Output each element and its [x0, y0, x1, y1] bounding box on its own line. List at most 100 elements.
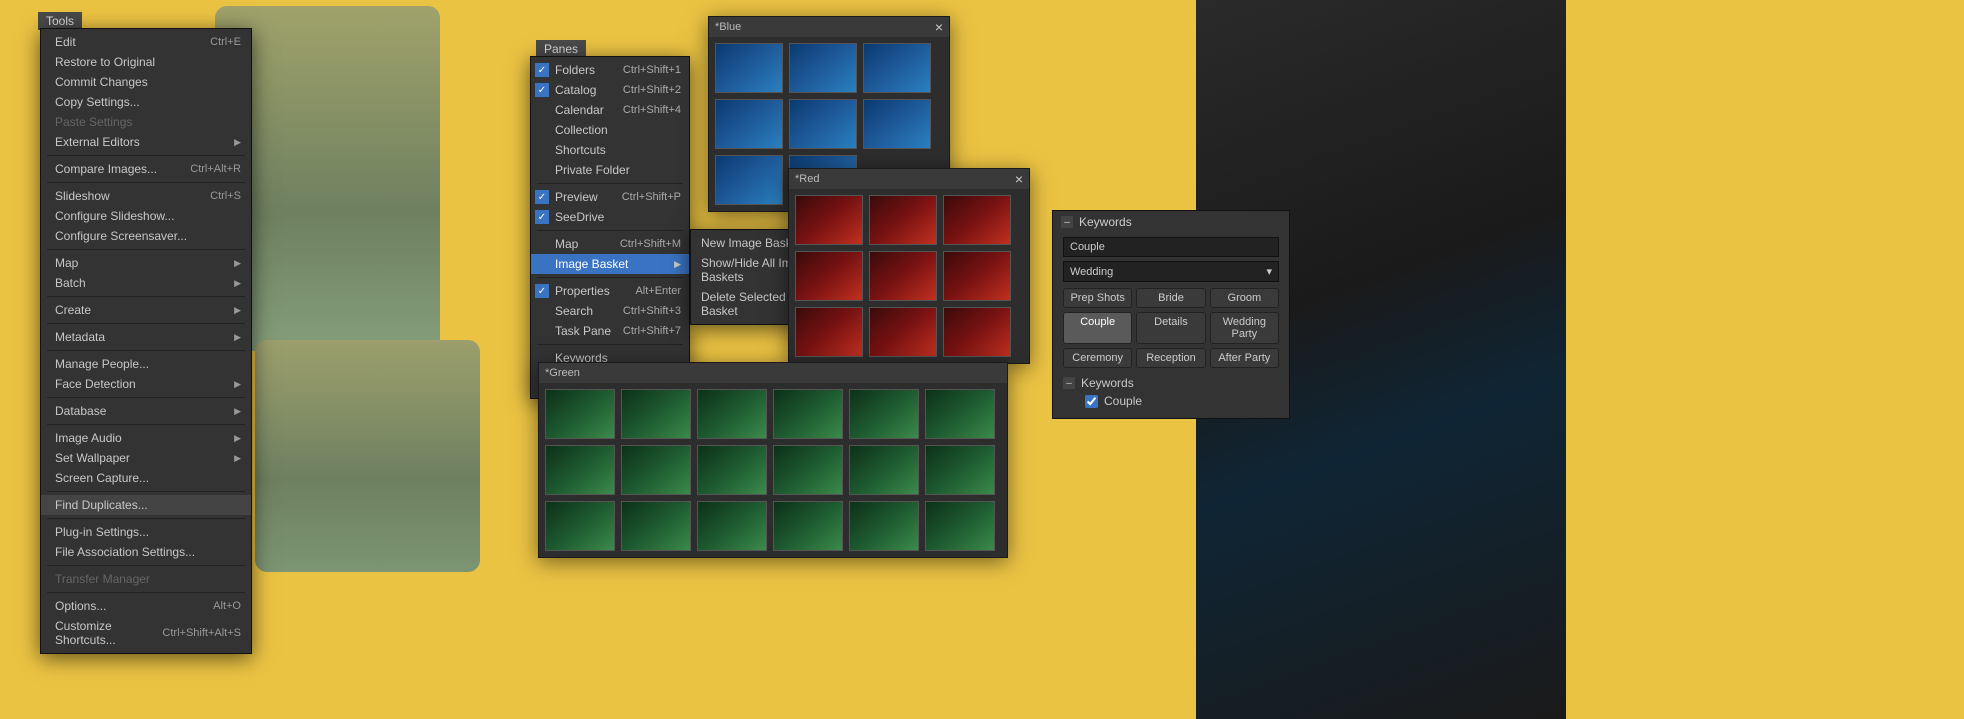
- menu-item[interactable]: Configure Screensaver...: [41, 226, 251, 246]
- collapse-icon[interactable]: –: [1061, 216, 1073, 228]
- thumbnail[interactable]: [925, 389, 995, 439]
- menu-item[interactable]: Map▶: [41, 253, 251, 273]
- panes-item-label: Properties: [555, 284, 610, 298]
- thumbnail[interactable]: [795, 251, 863, 301]
- panes-item[interactable]: Private Folder: [531, 160, 689, 180]
- thumbnail[interactable]: [621, 501, 691, 551]
- keyword-tag[interactable]: After Party: [1210, 348, 1279, 368]
- menu-item-label: Options...: [55, 599, 106, 613]
- panes-item[interactable]: ✓PropertiesAlt+Enter: [531, 281, 689, 301]
- thumbnail[interactable]: [925, 445, 995, 495]
- thumbnail[interactable]: [773, 445, 843, 495]
- thumbnail[interactable]: [943, 251, 1011, 301]
- thumbnail[interactable]: [849, 501, 919, 551]
- thumbnail[interactable]: [789, 43, 857, 93]
- keyword-checkbox[interactable]: [1085, 395, 1098, 408]
- panes-item[interactable]: ✓CatalogCtrl+Shift+2: [531, 80, 689, 100]
- panes-item[interactable]: SearchCtrl+Shift+3: [531, 301, 689, 321]
- thumbnail[interactable]: [863, 99, 931, 149]
- menu-item-label: Slideshow: [55, 189, 110, 203]
- thumbnail[interactable]: [697, 445, 767, 495]
- check-icon: [535, 304, 549, 318]
- basket-blue-title[interactable]: *Blue ×: [709, 17, 949, 37]
- thumbnail[interactable]: [869, 251, 937, 301]
- thumbnail[interactable]: [621, 389, 691, 439]
- thumbnail[interactable]: [849, 445, 919, 495]
- menu-shortcut: Ctrl+Shift+Alt+S: [162, 627, 241, 639]
- menu-item[interactable]: EditCtrl+E: [41, 32, 251, 52]
- menu-item[interactable]: SlideshowCtrl+S: [41, 186, 251, 206]
- panes-item[interactable]: ✓SeeDrive: [531, 207, 689, 227]
- menu-item[interactable]: Manage People...: [41, 354, 251, 374]
- panes-item[interactable]: ✓PreviewCtrl+Shift+P: [531, 187, 689, 207]
- panes-item[interactable]: CalendarCtrl+Shift+4: [531, 100, 689, 120]
- thumbnail[interactable]: [697, 501, 767, 551]
- menu-item[interactable]: Set Wallpaper▶: [41, 448, 251, 468]
- thumbnail[interactable]: [545, 501, 615, 551]
- panes-item[interactable]: MapCtrl+Shift+M: [531, 234, 689, 254]
- keyword-tag[interactable]: Details: [1136, 312, 1205, 344]
- thumbnail[interactable]: [943, 195, 1011, 245]
- menu-item[interactable]: Plug-in Settings...: [41, 522, 251, 542]
- panes-item[interactable]: Shortcuts: [531, 140, 689, 160]
- menu-item[interactable]: Compare Images...Ctrl+Alt+R: [41, 159, 251, 179]
- menu-item[interactable]: Database▶: [41, 401, 251, 421]
- thumbnail[interactable]: [773, 389, 843, 439]
- basket-green-title[interactable]: *Green: [539, 363, 1007, 383]
- thumbnail[interactable]: [715, 43, 783, 93]
- thumbnail[interactable]: [715, 99, 783, 149]
- menu-item[interactable]: Options...Alt+O: [41, 596, 251, 616]
- keywords-input[interactable]: [1063, 237, 1279, 257]
- menu-item[interactable]: Face Detection▶: [41, 374, 251, 394]
- basket-red-title[interactable]: *Red ×: [789, 169, 1029, 189]
- thumbnail[interactable]: [789, 99, 857, 149]
- thumbnail[interactable]: [795, 195, 863, 245]
- thumbnail[interactable]: [697, 389, 767, 439]
- panes-item[interactable]: Task PaneCtrl+Shift+7: [531, 321, 689, 341]
- menu-item[interactable]: Metadata▶: [41, 327, 251, 347]
- thumbnail[interactable]: [943, 307, 1011, 357]
- menu-item[interactable]: Customize Shortcuts...Ctrl+Shift+Alt+S: [41, 616, 251, 650]
- menu-item[interactable]: Create▶: [41, 300, 251, 320]
- close-icon[interactable]: ×: [935, 20, 943, 34]
- keywords-preset-select[interactable]: Wedding ▾: [1063, 261, 1279, 282]
- collapse-icon[interactable]: –: [1063, 377, 1075, 389]
- menu-item[interactable]: Batch▶: [41, 273, 251, 293]
- background-photo-2: [255, 340, 480, 572]
- keyword-tag[interactable]: Couple: [1063, 312, 1132, 344]
- menu-item[interactable]: Screen Capture...: [41, 468, 251, 488]
- menu-item[interactable]: Commit Changes: [41, 72, 251, 92]
- menu-item[interactable]: File Association Settings...: [41, 542, 251, 562]
- keyword-tag[interactable]: Groom: [1210, 288, 1279, 308]
- thumbnail[interactable]: [773, 501, 843, 551]
- thumbnail[interactable]: [863, 43, 931, 93]
- thumbnail[interactable]: [869, 307, 937, 357]
- keyword-tag[interactable]: Prep Shots: [1063, 288, 1132, 308]
- menu-item[interactable]: Configure Slideshow...: [41, 206, 251, 226]
- menu-item[interactable]: Find Duplicates...: [41, 495, 251, 515]
- thumbnail[interactable]: [849, 389, 919, 439]
- thumbnail[interactable]: [545, 389, 615, 439]
- menu-item[interactable]: Restore to Original: [41, 52, 251, 72]
- thumbnail[interactable]: [621, 445, 691, 495]
- panes-item[interactable]: Image Basket▶: [531, 254, 689, 274]
- keyword-tag[interactable]: Ceremony: [1063, 348, 1132, 368]
- thumbnail[interactable]: [795, 307, 863, 357]
- menu-item[interactable]: External Editors▶: [41, 132, 251, 152]
- keyword-tag[interactable]: Wedding Party: [1210, 312, 1279, 344]
- keyword-tag[interactable]: Reception: [1136, 348, 1205, 368]
- panes-item-label: Image Basket: [555, 257, 628, 271]
- menu-item[interactable]: Copy Settings...: [41, 92, 251, 112]
- keyword-tag[interactable]: Bride: [1136, 288, 1205, 308]
- menu-shortcut: Ctrl+Alt+R: [190, 163, 241, 175]
- thumbnail[interactable]: [925, 501, 995, 551]
- close-icon[interactable]: ×: [1015, 172, 1023, 186]
- panes-item[interactable]: ✓FoldersCtrl+Shift+1: [531, 60, 689, 80]
- menu-item[interactable]: Image Audio▶: [41, 428, 251, 448]
- check-icon: ✓: [535, 284, 549, 298]
- panes-item[interactable]: Collection: [531, 120, 689, 140]
- thumbnail[interactable]: [869, 195, 937, 245]
- thumbnail[interactable]: [545, 445, 615, 495]
- thumbnail[interactable]: [715, 155, 783, 205]
- basket-green: *Green: [538, 362, 1008, 558]
